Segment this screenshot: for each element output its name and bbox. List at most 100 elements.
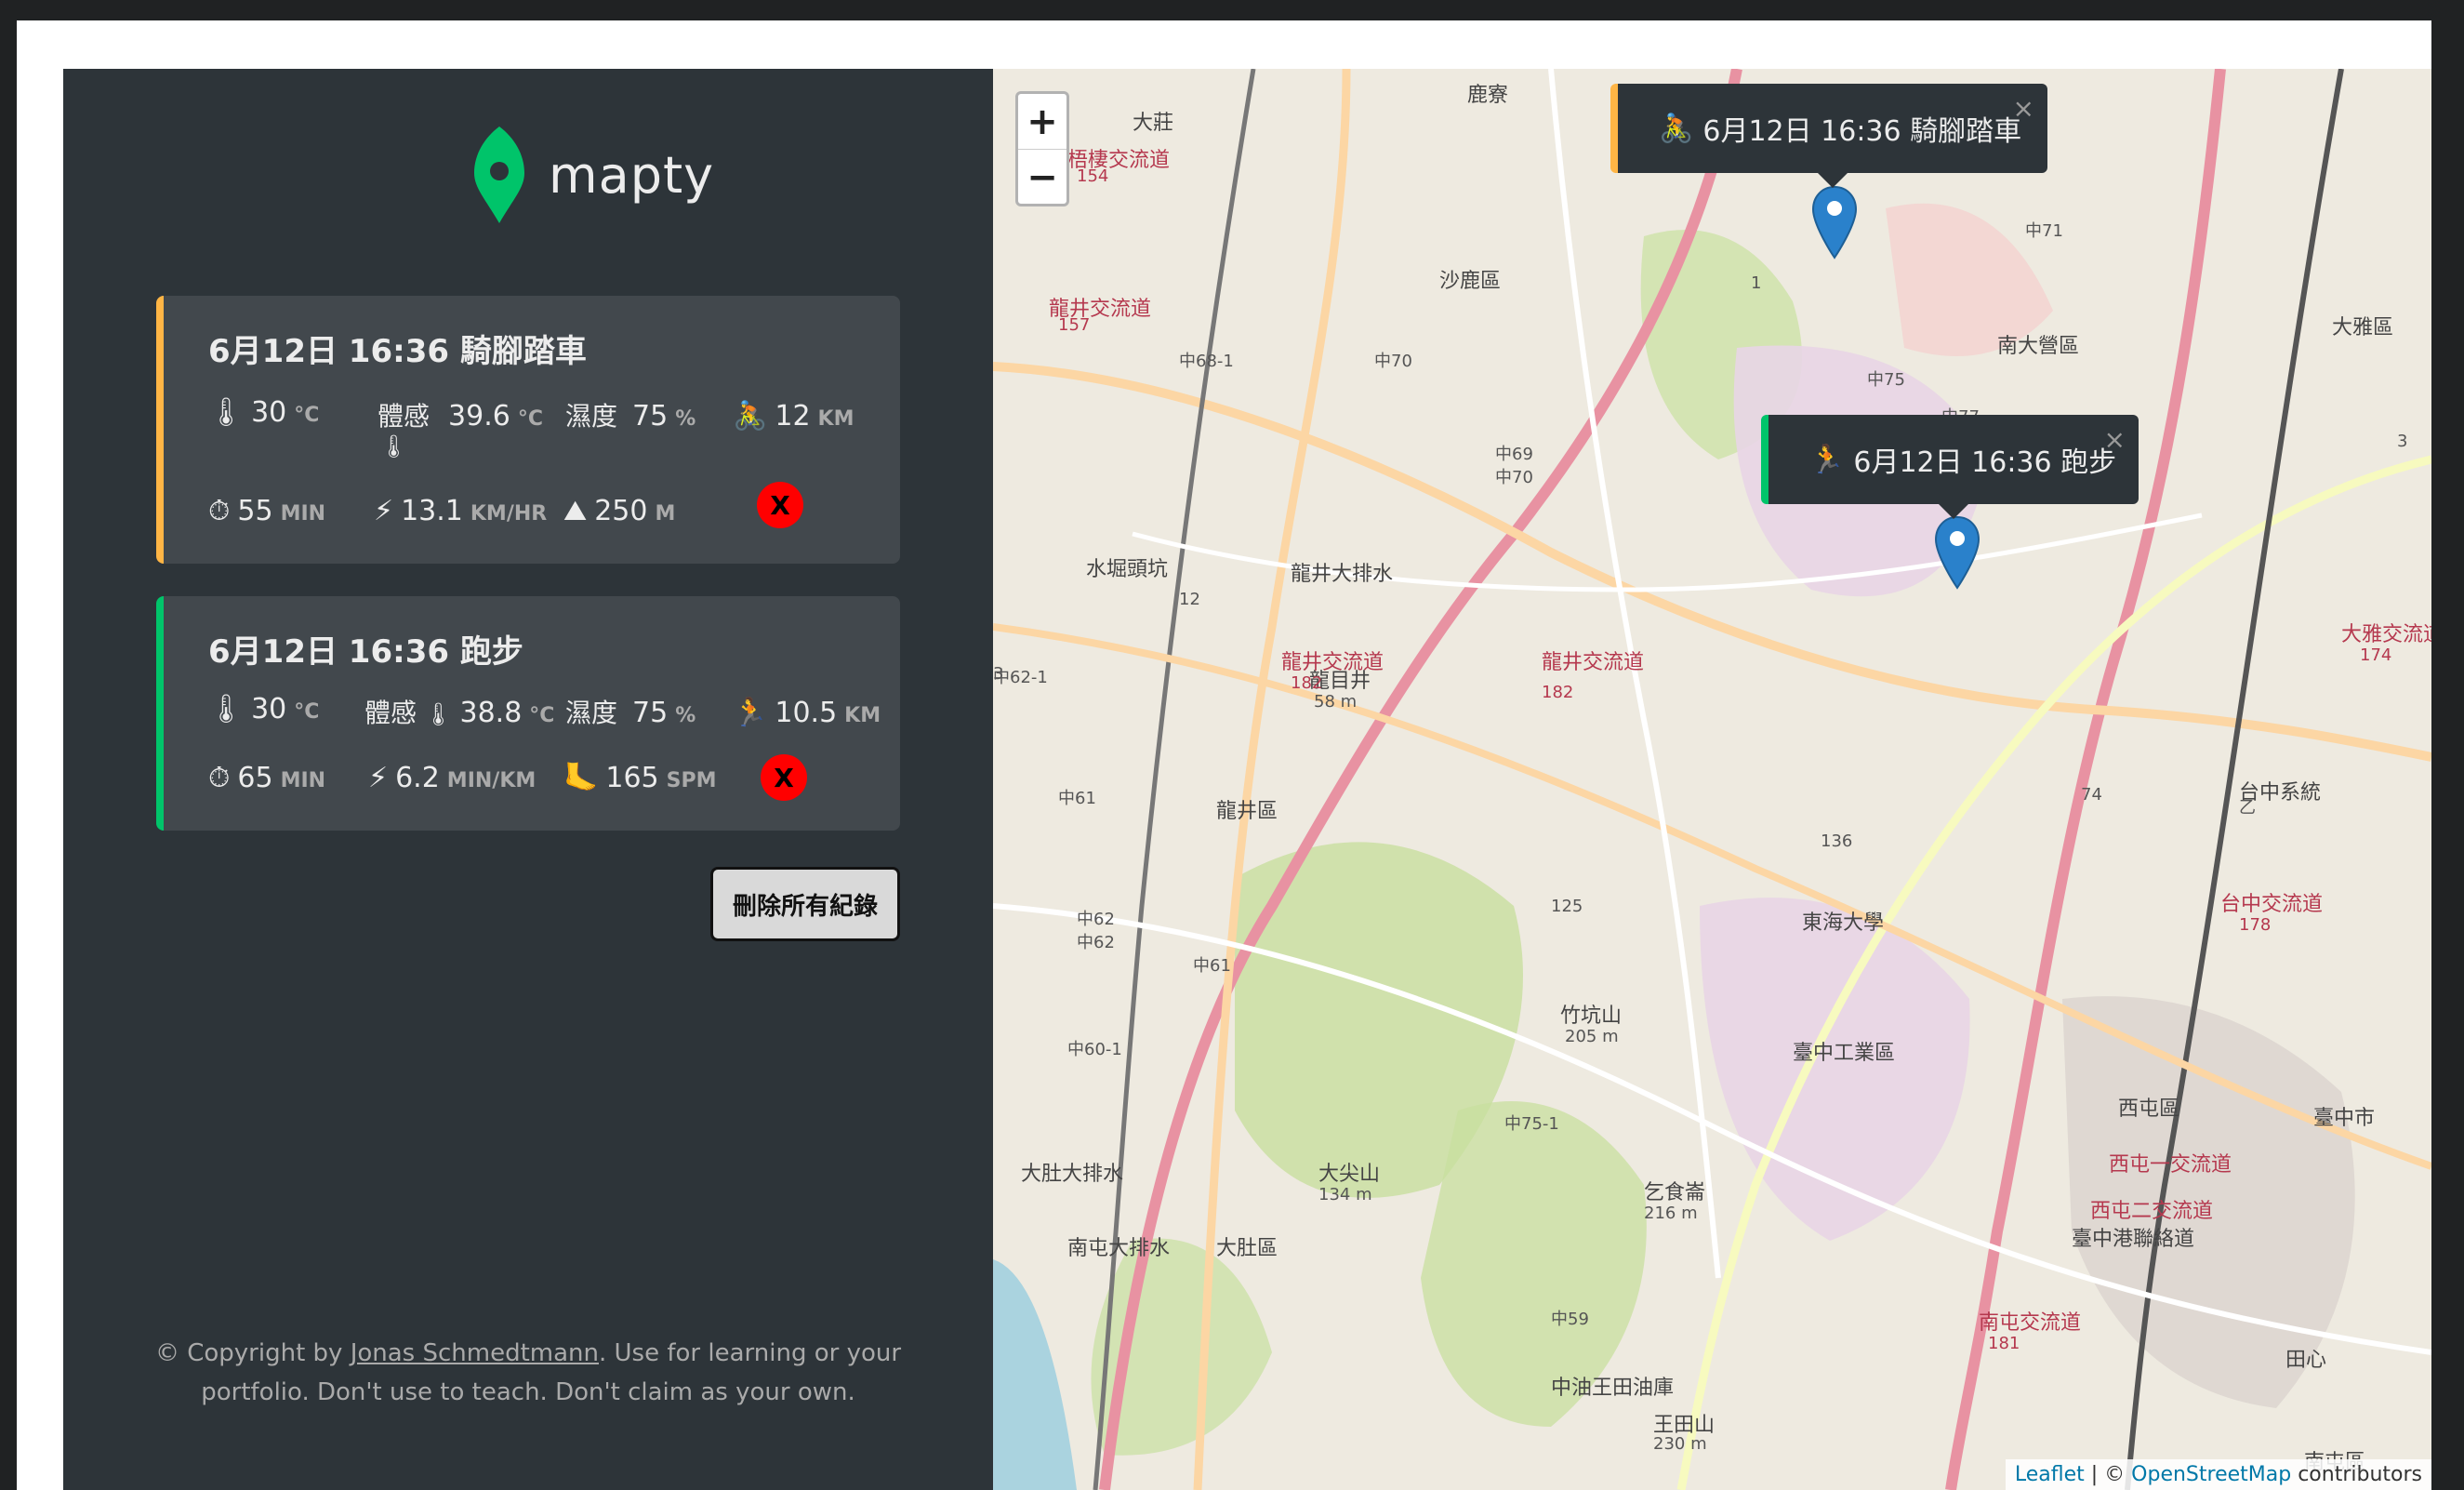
cyclist-icon: 🚴: [1659, 112, 1694, 145]
leaflet-link[interactable]: Leaflet: [2015, 1463, 2085, 1486]
humidity-stat: 濕度 75 %: [565, 697, 696, 729]
map-place-label: 174: [2360, 645, 2392, 665]
map-place-label: 竹坑山: [1560, 1004, 1623, 1028]
delete-workout-button[interactable]: X: [761, 754, 807, 801]
popup-running[interactable]: 🏃 6月12日 16:36 跑步 ×: [1761, 415, 2139, 519]
mountain-icon: ⛰: [563, 495, 588, 527]
map-place-label: 182: [1291, 673, 1323, 693]
popup-cycling[interactable]: 🚴 6月12日 16:36 騎腳踏車 ×: [1610, 84, 2047, 188]
left-gutter: [0, 20, 17, 1490]
zoom-in-button[interactable]: +: [1018, 94, 1066, 150]
feels-like-thermometer: 🌡: [379, 433, 407, 459]
map-place-label: 臺中港聯絡道: [2072, 1228, 2195, 1251]
clear-all-button[interactable]: 刪除所有紀錄: [710, 867, 900, 941]
map-place-label: 1: [1751, 273, 1762, 293]
delete-workout-button[interactable]: X: [757, 482, 803, 528]
map-attribution: Leaflet | © OpenStreetMap contributors: [2005, 1459, 2431, 1490]
app-name: mapty: [549, 145, 715, 205]
map-place-label: 乞食崙: [1644, 1181, 1706, 1204]
map-place-label: 58 m: [1314, 692, 1358, 712]
map-marker-cycling[interactable]: [1811, 185, 1858, 259]
map-place-label: 157: [1058, 315, 1091, 335]
map-place-label: 龍井交流道: [1542, 651, 1645, 674]
map-place-label: 181: [1988, 1334, 2020, 1353]
cadence-stat: 🦶 165 SPM: [563, 762, 717, 794]
popup-tip: [1818, 173, 1848, 188]
feels-like-stat: 體感 39.6 °C: [378, 400, 543, 432]
right-gutter: [2431, 20, 2464, 1490]
distance-stat: 🏃 10.5 KM: [733, 697, 881, 729]
lightning-icon: ⚡: [368, 762, 389, 794]
cyclist-icon: 🚴: [733, 400, 768, 432]
map-place-label: 臺中工業區: [1793, 1042, 1896, 1065]
map-place-label: 臺中市: [2313, 1107, 2376, 1130]
zoom-out-button[interactable]: −: [1018, 150, 1066, 205]
map-place-label: 12: [1179, 590, 1200, 609]
map-place-label: 水堀頭坑: [1086, 558, 1169, 581]
map-place-label: 南大營區: [1997, 335, 2080, 358]
workout-card-running[interactable]: 6月12日 16:36 跑步 🌡 30 °C 體感 🌡 38.8 °C 濕度 7…: [156, 596, 900, 831]
runner-icon: 🏃: [1809, 443, 1845, 476]
map-place-label: 3: [993, 664, 1004, 684]
thermometer-icon: 🌡: [424, 701, 453, 727]
workout-card-cycling[interactable]: 6月12日 16:36 騎腳踏車 🌡 30 °C 體感 39.6 °C 🌡 濕度…: [156, 296, 900, 564]
thermometer-icon: 🌡: [208, 396, 245, 429]
map-place-label: 西屯區: [2118, 1098, 2180, 1121]
pace-stat: ⚡ 6.2 MIN/KM: [368, 762, 537, 794]
map-place-label: 沙鹿區: [1439, 270, 1502, 293]
map-place-label: 216 m: [1644, 1204, 1698, 1223]
map-place-label: 中62: [1077, 933, 1115, 952]
map-place-label: 中75: [1867, 370, 1905, 390]
map-place-label: 中60-1: [1067, 1040, 1122, 1059]
browser-top-bar: [0, 0, 2464, 20]
popup-tip: [1939, 504, 1968, 519]
workout-title: 6月12日 16:36 跑步: [208, 633, 523, 671]
workout-title: 6月12日 16:36 騎腳踏車: [208, 333, 587, 370]
distance-stat: 🚴 12 KM: [733, 400, 854, 432]
runner-icon: 🏃: [733, 697, 768, 729]
popup-close-button[interactable]: ×: [2104, 424, 2126, 455]
map-place-label: 中59: [1551, 1310, 1589, 1329]
stopwatch-icon: ⏱: [208, 495, 231, 527]
osm-link[interactable]: OpenStreetMap: [2131, 1463, 2291, 1486]
map-place-label: 西屯二交流道: [2090, 1200, 2214, 1223]
map-place-label: 大肚大排水: [1021, 1163, 1124, 1186]
map-place-label: 大雅區: [2332, 316, 2394, 339]
feels-like-stat: 體感 🌡 38.8 °C: [364, 697, 555, 729]
map-place-label: 154: [1077, 166, 1109, 186]
map-place-label: 134 m: [1318, 1185, 1372, 1204]
thermometer-icon: 🌡: [379, 433, 408, 459]
copyright: © Copyright by Jonas Schmedtmann. Use fo…: [154, 1339, 902, 1406]
map-place-label: 230 m: [1653, 1434, 1707, 1454]
logo: mapty: [472, 126, 714, 223]
map-place-label: 中61: [1058, 789, 1096, 808]
duration-stat: ⏱ 55 MIN: [208, 495, 326, 527]
map-place-label: 龍井大排水: [1291, 563, 1394, 586]
temperature-stat: 🌡 30 °C: [208, 693, 320, 725]
map-marker-running[interactable]: [1934, 515, 1980, 590]
speed-stat: ⚡ 13.1 KM/HR: [374, 495, 548, 527]
map-place-label: 龍井交流道: [1281, 651, 1384, 674]
map-place-label: 田心: [2285, 1349, 2327, 1372]
map-place-label: 中61: [1193, 956, 1231, 976]
zoom-control: + −: [1015, 91, 1069, 206]
map[interactable]: 鹿寮 大莊 沙鹿區 大雅區 南大營區 龍井區 龍目井 58 m 龍井交流道 182 東海大學 竹坑山 2…: [993, 69, 2431, 1490]
map-place-label: 東海大學: [1802, 911, 1885, 935]
map-place-label: 中油王田油庫: [1551, 1377, 1675, 1400]
author-link[interactable]: Jonas Schmedtmann: [351, 1339, 599, 1367]
popup-close-button[interactable]: ×: [2013, 93, 2034, 124]
map-place-label: 125: [1551, 897, 1583, 916]
temperature-stat: 🌡 30 °C: [208, 396, 320, 429]
map-place-label: 中69: [1495, 445, 1533, 464]
map-place-label: 南屯大排水: [1067, 1237, 1171, 1260]
map-place-label: 中75-1: [1504, 1114, 1559, 1134]
stopwatch-icon: ⏱: [208, 762, 231, 794]
map-place-label: 龍井區: [1216, 800, 1278, 823]
map-tiles[interactable]: [993, 69, 2431, 1490]
map-place-label: 大莊: [1133, 112, 1174, 135]
map-place-label: 中68-1: [1179, 352, 1234, 371]
map-place-label: 大尖山: [1318, 1163, 1381, 1186]
map-place-label: 74: [2081, 785, 2102, 805]
location-pin-icon: [474, 126, 524, 223]
popup-label: 6月12日 16:36 騎腳踏車: [1702, 115, 2022, 148]
